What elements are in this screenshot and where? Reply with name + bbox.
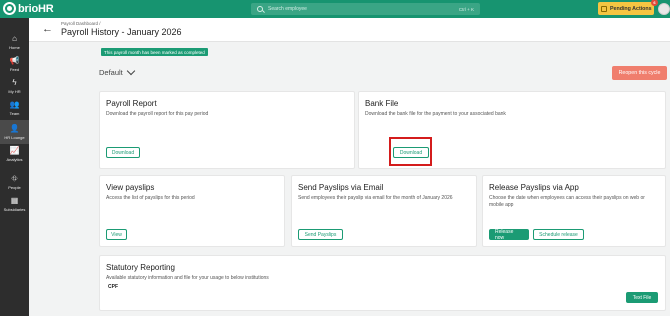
payroll-report-card: Payroll Report Download the payroll repo… [99,91,355,169]
card-description: Download the payroll report for this pay… [106,111,209,117]
breadcrumb[interactable]: Payroll Dashboard / [61,21,101,26]
send-payslips-card: Send Payslips via Email Send employees t… [291,175,477,247]
download-payroll-report-button[interactable]: Download [106,147,140,158]
team-icon: 👥 [9,99,20,109]
release-now-button[interactable]: Release now [489,229,529,241]
building-icon: ▦ [10,195,19,205]
card-title: Payroll Report [106,99,157,108]
search-placeholder: Search employee [268,6,307,12]
card-title: Bank File [365,99,399,108]
pending-actions-button[interactable]: Pending Actions 6 [598,0,658,15]
search-input[interactable]: Search employee Ctrl + K [251,3,480,15]
statutory-reporting-card: Statutory Reporting Available statutory … [99,255,666,311]
page-header: ← Payroll Dashboard / Payroll History - … [29,18,670,42]
highlight-box [389,137,432,166]
card-description: Download the bank file for the payment t… [365,111,506,117]
lounge-icon: 👤 [9,123,20,133]
analytics-icon: 📈 [9,145,20,155]
card-description: Access the list of payslips for this per… [106,195,195,201]
pending-actions-label: Pending Actions [610,5,652,12]
search-shortcut: Ctrl + K [458,6,474,12]
brand-prefix: brio [18,2,38,15]
text-file-button[interactable]: Text File [626,292,658,303]
page-title: Payroll History - January 2026 [61,27,182,37]
sidebar-item-people[interactable]: ⛗ People [0,170,29,194]
top-bar: brioHR Search employee Ctrl + K Pending … [0,0,670,18]
user-avatar[interactable] [658,3,670,15]
card-description: Available statutory information and file… [106,275,269,281]
statutory-item-label: CPF [108,284,118,290]
card-title: Send Payslips via Email [298,183,384,192]
view-payslips-button[interactable]: View [106,229,127,240]
clipboard-icon [601,5,607,12]
sidebar-item-subsidiaries[interactable]: ▦ Subsidiaries [0,192,29,216]
back-arrow-icon[interactable]: ← [42,24,53,35]
megaphone-icon: 📢 [9,55,20,65]
card-title: Statutory Reporting [106,263,175,272]
sidebar-item-feed[interactable]: 📢 Feed [0,52,29,76]
brand-suffix: HR [37,2,54,15]
schedule-release-button[interactable]: Schedule release [533,229,584,240]
org-chart-icon: ⛗ [11,173,18,183]
card-description: Send employees their payslip via email f… [298,195,453,201]
cycle-selector-value: Default [99,68,123,77]
sidebar-item-my-hr[interactable]: ϟ My HR [0,74,29,98]
send-payslips-button[interactable]: Send Payslips [298,229,343,240]
sidebar-item-home[interactable]: ⌂ Home [0,30,29,54]
card-title: View payslips [106,183,155,192]
sidebar: ⌂ Home 📢 Feed ϟ My HR 👥 Team 👤 HR Lounge… [0,18,29,316]
bolt-icon: ϟ [12,77,17,87]
chevron-down-icon [126,66,136,76]
search-icon [257,6,263,12]
sidebar-item-team[interactable]: 👥 Team [0,96,29,120]
cycle-selector[interactable]: Default [99,66,136,77]
sidebar-item-hr-lounge[interactable]: 👤 HR Lounge [0,120,29,144]
card-description: Choose the date when employees can acces… [489,195,645,208]
logo-icon [3,2,16,15]
reopen-cycle-button[interactable]: Reopen this cycle [612,66,667,80]
home-icon: ⌂ [12,33,17,43]
brio-hr-logo[interactable]: brioHR [3,2,54,15]
status-banner: This payroll month has been marked as co… [101,48,208,56]
release-payslips-card: Release Payslips via App Choose the date… [482,175,666,247]
view-payslips-card: View payslips Access the list of payslip… [99,175,285,247]
pending-count-badge: 6 [651,0,658,6]
card-title: Release Payslips via App [489,183,579,192]
sidebar-item-analytics[interactable]: 📈 Analytics [0,142,29,166]
